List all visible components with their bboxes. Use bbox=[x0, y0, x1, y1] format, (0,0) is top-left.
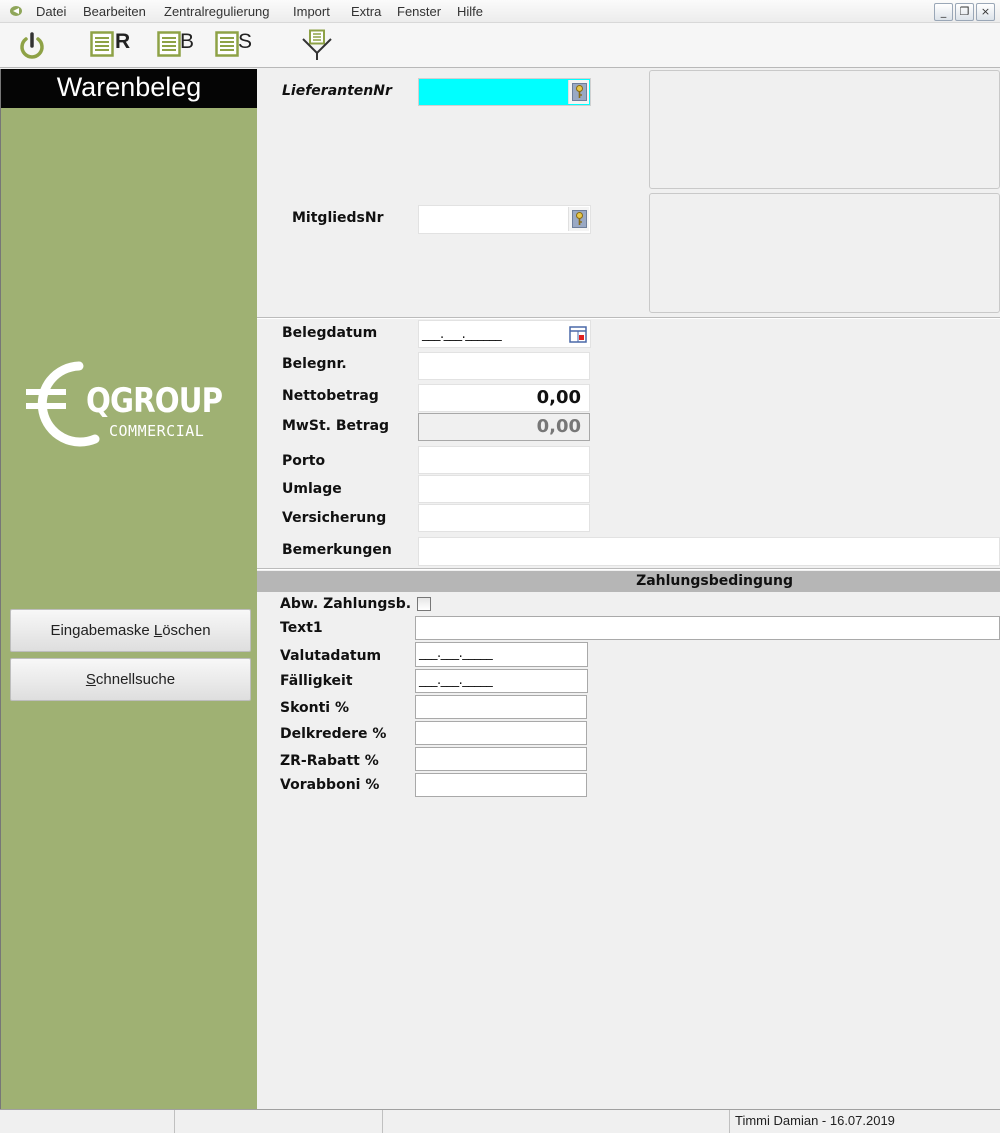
menu-import[interactable]: Import bbox=[293, 4, 330, 19]
mitglieds-nr-input[interactable] bbox=[418, 205, 591, 234]
menu-zentralregulierung[interactable]: Zentralregulierung bbox=[164, 4, 270, 19]
lieferanten-nr-label: LieferantenNr bbox=[282, 83, 392, 99]
sidebar-title: Warenbeleg bbox=[1, 69, 257, 108]
close-button[interactable]: × bbox=[976, 3, 995, 21]
minimize-button[interactable]: _ bbox=[934, 3, 953, 21]
clear-form-button[interactable]: Eingabemaske Löschen bbox=[10, 609, 251, 652]
porto-input[interactable] bbox=[418, 446, 590, 474]
mitglieds-nr-label: MitgliedsNr bbox=[292, 210, 384, 226]
zr-rabatt-label: ZR-Rabatt % bbox=[280, 753, 379, 769]
delkredere-label: Delkredere % bbox=[280, 726, 387, 742]
belegnr-input[interactable] bbox=[418, 352, 590, 380]
status-cell bbox=[175, 1110, 383, 1133]
mwst-betrag-label: MwSt. Betrag bbox=[282, 418, 390, 434]
section-divider bbox=[257, 317, 1000, 319]
sidebar: Warenbeleg QGROUP COMMERCIAL Eingabemask… bbox=[0, 69, 257, 1109]
status-user-date: Timmi Damian - 16.07.2019 bbox=[735, 1113, 895, 1128]
key-icon bbox=[572, 83, 587, 101]
quick-search-accelerator: S bbox=[85, 671, 96, 688]
nettobetrag-input[interactable]: 0,00 bbox=[418, 384, 590, 412]
umlage-input[interactable] bbox=[418, 475, 590, 503]
porto-label: Porto bbox=[282, 453, 326, 469]
menu-bearbeiten[interactable]: Bearbeiten bbox=[83, 4, 146, 19]
mitglieds-lookup-button[interactable] bbox=[568, 207, 589, 231]
key-icon bbox=[572, 210, 587, 228]
main-form: LieferantenNr MitgliedsNr Belegdatum ___… bbox=[257, 69, 1000, 1109]
funnel-filter-icon[interactable] bbox=[300, 29, 338, 61]
zahlungsbedingung-header: Zahlungsbedingung bbox=[257, 571, 1000, 592]
toolbar-button-s[interactable]: S bbox=[213, 29, 258, 61]
status-bar: Timmi Damian - 16.07.2019 bbox=[0, 1109, 1000, 1133]
vorabboni-input[interactable] bbox=[415, 773, 587, 797]
text1-input[interactable] bbox=[415, 616, 1000, 640]
mitglied-info-panel bbox=[649, 193, 1000, 313]
bemerkungen-label: Bemerkungen bbox=[282, 542, 392, 558]
menu-datei[interactable]: Datei bbox=[36, 4, 66, 19]
belegdatum-input[interactable]: ___.___.______ bbox=[418, 320, 591, 348]
document-lines-icon bbox=[157, 31, 181, 57]
lieferant-info-panel bbox=[649, 70, 1000, 189]
section-divider bbox=[257, 568, 1000, 570]
valutadatum-input[interactable]: ___.___._____ bbox=[415, 642, 588, 667]
clear-form-label-pre: Eingabemaske bbox=[50, 622, 154, 639]
skonti-label: Skonti % bbox=[280, 700, 349, 716]
restore-button[interactable]: ❐ bbox=[955, 3, 974, 21]
valutadatum-label: Valutadatum bbox=[280, 648, 382, 664]
quick-search-label-post: chnellsuche bbox=[95, 671, 176, 688]
logo-name: QGROUP bbox=[86, 381, 223, 421]
lieferanten-lookup-button[interactable] bbox=[568, 80, 589, 104]
text1-label: Text1 bbox=[280, 620, 323, 636]
lieferanten-nr-input[interactable] bbox=[418, 78, 591, 106]
power-icon[interactable] bbox=[16, 29, 48, 61]
document-lines-icon bbox=[90, 31, 114, 57]
quick-search-button[interactable]: Schnellsuche bbox=[10, 658, 251, 701]
calendar-icon[interactable] bbox=[569, 326, 587, 343]
toolbar-button-r[interactable]: R bbox=[88, 29, 133, 61]
versicherung-input[interactable] bbox=[418, 504, 590, 532]
document-lines-icon bbox=[215, 31, 239, 57]
abw-zahlungsb-label: Abw. Zahlungsb. bbox=[280, 596, 412, 612]
zr-rabatt-input[interactable] bbox=[415, 747, 587, 771]
mwst-betrag-input: 0,00 bbox=[418, 413, 590, 441]
clear-form-accelerator: L bbox=[153, 622, 163, 639]
toolbar-letter: S bbox=[238, 30, 253, 53]
toolbar-letter: R bbox=[115, 30, 131, 53]
bemerkungen-input[interactable] bbox=[418, 537, 1000, 566]
menu-extra[interactable]: Extra bbox=[351, 4, 381, 19]
nettobetrag-label: Nettobetrag bbox=[282, 388, 379, 404]
abw-zahlungsb-checkbox[interactable] bbox=[417, 597, 431, 611]
delkredere-input[interactable] bbox=[415, 721, 587, 745]
faelligkeit-label: Fälligkeit bbox=[280, 673, 353, 689]
toolbar-letter: B bbox=[180, 30, 195, 53]
clear-form-label-post: öschen bbox=[162, 622, 211, 639]
logo-subtitle: COMMERCIAL bbox=[109, 422, 205, 440]
status-cell bbox=[0, 1110, 175, 1133]
app-icon[interactable] bbox=[9, 5, 23, 17]
versicherung-label: Versicherung bbox=[282, 510, 387, 526]
toolbar: R B S bbox=[0, 23, 1000, 68]
umlage-label: Umlage bbox=[282, 481, 342, 497]
toolbar-button-b[interactable]: B bbox=[155, 29, 200, 61]
menu-fenster[interactable]: Fenster bbox=[397, 4, 441, 19]
vorabboni-label: Vorabboni % bbox=[280, 777, 380, 793]
status-cell bbox=[383, 1110, 730, 1133]
skonti-input[interactable] bbox=[415, 695, 587, 719]
faelligkeit-input[interactable]: ___.___._____ bbox=[415, 669, 588, 693]
belegdatum-label: Belegdatum bbox=[282, 325, 378, 341]
menu-hilfe[interactable]: Hilfe bbox=[457, 4, 483, 19]
belegnr-label: Belegnr. bbox=[282, 356, 347, 372]
menu-bar: Datei Bearbeiten Zentralregulierung Impo… bbox=[0, 0, 1000, 23]
